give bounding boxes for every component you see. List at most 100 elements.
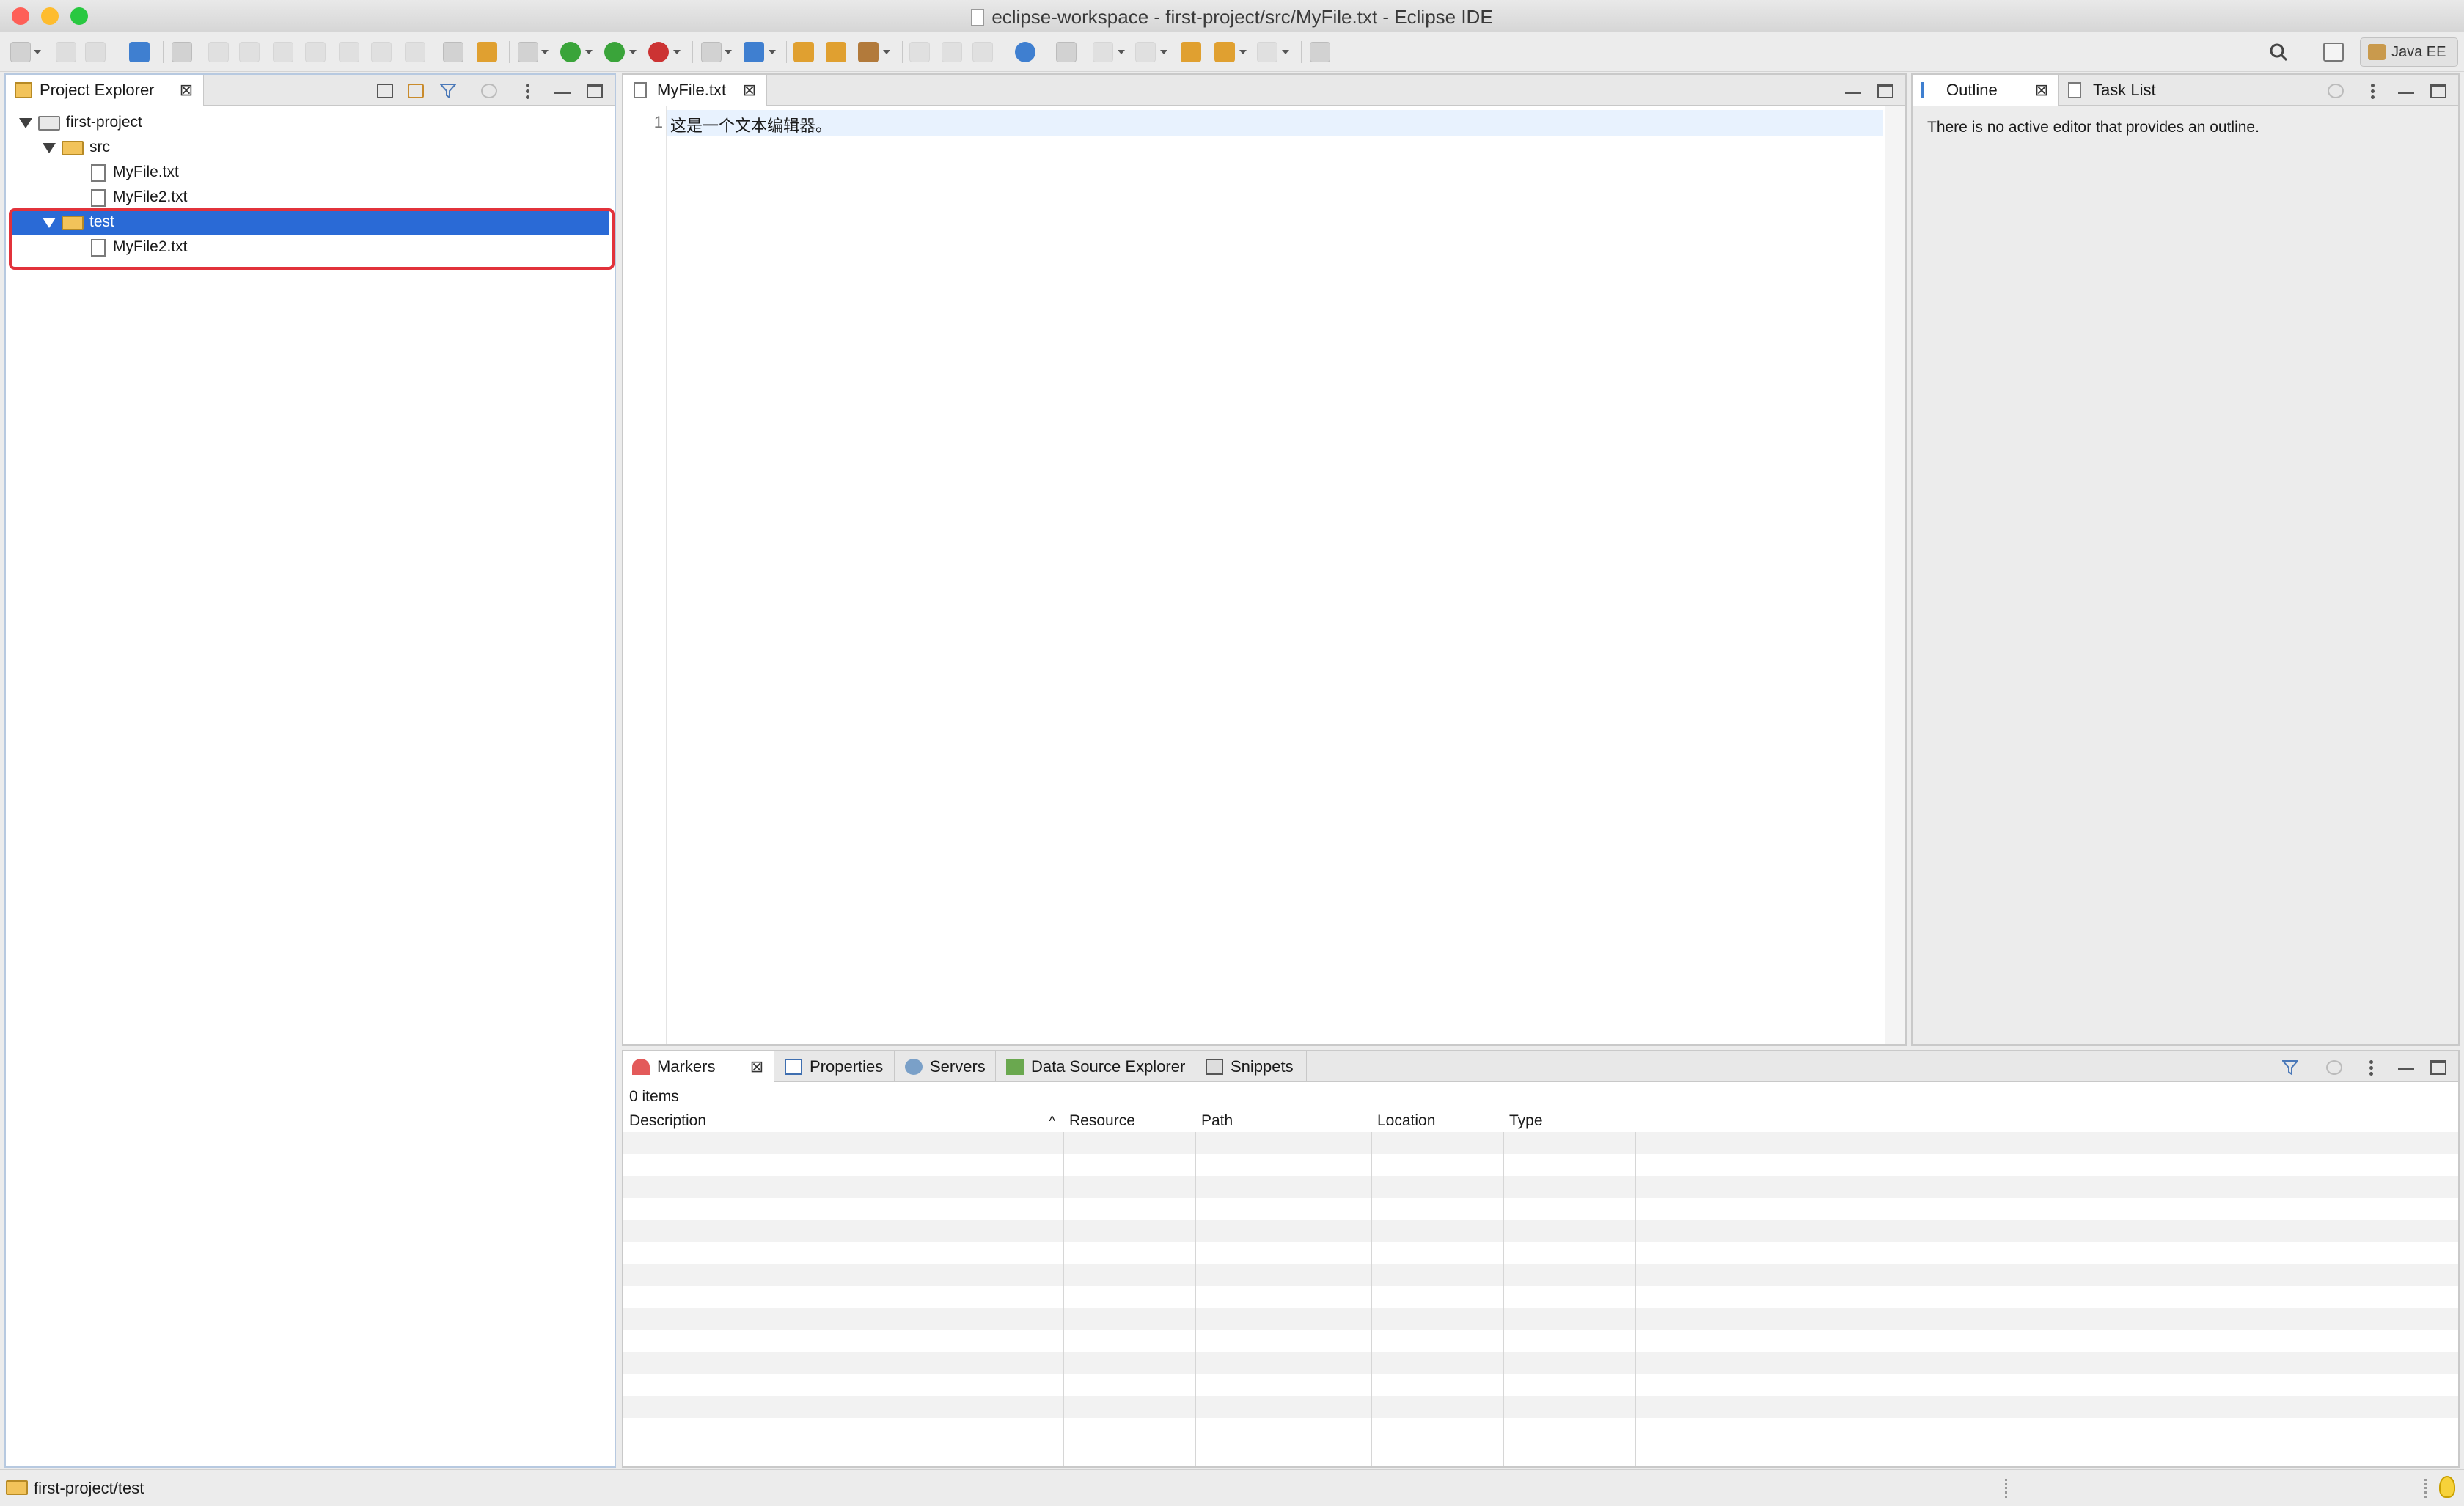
focus-on-task-icon[interactable]	[2326, 1060, 2342, 1075]
maximize-icon[interactable]	[587, 84, 603, 98]
suspend-icon[interactable]	[239, 42, 260, 62]
new-server-icon[interactable]	[701, 42, 722, 62]
search-tool-dropdown-icon[interactable]	[883, 50, 890, 54]
tree-item-file[interactable]: MyFile.txt	[12, 160, 609, 185]
focus-on-task-icon[interactable]	[481, 84, 497, 98]
close-icon[interactable]: ⊠	[2034, 82, 2050, 99]
coverage-dropdown-icon[interactable]	[629, 50, 637, 54]
toggle-block-selection-icon[interactable]	[942, 42, 962, 62]
coverage-icon[interactable]	[604, 42, 625, 62]
step-into-icon[interactable]	[339, 42, 359, 62]
close-icon[interactable]: ⊠	[178, 82, 194, 99]
minimize-icon[interactable]	[554, 84, 571, 94]
toggle-mark-occurrences-icon[interactable]	[909, 42, 930, 62]
forward-dropdown-icon[interactable]	[1282, 50, 1289, 54]
open-web-browser-icon[interactable]	[744, 42, 764, 62]
tasks-icon[interactable]	[443, 42, 463, 62]
new-server-dropdown-icon[interactable]	[725, 50, 732, 54]
new-icon[interactable]	[10, 42, 31, 62]
back-dropdown-icon[interactable]	[1239, 50, 1247, 54]
debug-icon[interactable]	[518, 42, 538, 62]
view-menu-icon[interactable]	[2370, 84, 2375, 98]
filter-icon[interactable]	[2281, 1060, 2300, 1076]
external-tools-dropdown-icon[interactable]	[673, 50, 681, 54]
tab-properties[interactable]: Properties	[776, 1051, 895, 1082]
next-annotation-dropdown-icon[interactable]	[1118, 50, 1125, 54]
maximize-icon[interactable]	[1877, 84, 1893, 98]
minimize-icon[interactable]	[2398, 1060, 2414, 1070]
markers-icon	[632, 1059, 650, 1075]
java-ee-perspective-button[interactable]: Java EE	[2360, 37, 2458, 67]
focus-on-task-icon[interactable]	[2328, 84, 2344, 98]
maximize-icon[interactable]	[2430, 1060, 2446, 1075]
search-tool-icon[interactable]	[858, 42, 879, 62]
view-menu-icon[interactable]	[525, 84, 529, 98]
last-edit-location-icon[interactable]	[1181, 42, 1201, 62]
tab-outline[interactable]: Outline ⊠	[1913, 75, 2059, 106]
run-icon[interactable]	[560, 42, 581, 62]
forward-icon[interactable]	[1257, 42, 1277, 62]
editor-line-text[interactable]: 这是一个文本编辑器。	[670, 113, 832, 136]
column-header-description[interactable]: Description ^	[623, 1110, 1063, 1132]
expanded-twisty-icon[interactable]	[43, 143, 56, 153]
open-type-icon[interactable]	[793, 42, 814, 62]
open-perspective-icon[interactable]	[2323, 43, 2344, 62]
web-browser-dropdown-icon[interactable]	[769, 50, 776, 54]
globe-icon[interactable]	[1015, 42, 1035, 62]
markers-table: Description ^ Resource Path Location Typ…	[623, 1110, 2458, 1466]
new-dropdown-icon[interactable]	[34, 50, 41, 54]
maximize-icon[interactable]	[2430, 84, 2446, 98]
editor-overview-ruler[interactable]	[1885, 106, 1905, 1044]
tab-task-list[interactable]: Task List	[2059, 75, 2166, 106]
collapse-all-icon[interactable]	[377, 84, 393, 98]
expanded-twisty-icon[interactable]	[19, 118, 32, 128]
minimize-icon[interactable]	[2398, 84, 2414, 94]
tree-item-file[interactable]: MyFile2.txt	[12, 185, 609, 210]
build-icon[interactable]	[477, 42, 497, 62]
disconnect-icon[interactable]	[305, 42, 326, 62]
tab-servers[interactable]: Servers	[896, 1051, 996, 1082]
previous-annotation-icon[interactable]	[1135, 42, 1156, 62]
tab-data-source-explorer[interactable]: Data Source Explorer	[997, 1051, 1195, 1082]
pin-editor-icon[interactable]	[1056, 42, 1077, 62]
next-annotation-icon[interactable]	[1093, 42, 1113, 62]
debug-dropdown-icon[interactable]	[541, 50, 549, 54]
previous-annotation-dropdown-icon[interactable]	[1160, 50, 1167, 54]
back-icon[interactable]	[1214, 42, 1235, 62]
terminate-icon[interactable]	[273, 42, 293, 62]
terminal-icon[interactable]	[129, 42, 150, 62]
save-icon[interactable]	[56, 42, 76, 62]
external-tools-icon[interactable]	[648, 42, 669, 62]
save-all-icon[interactable]	[85, 42, 106, 62]
column-header-path[interactable]: Path	[1195, 1110, 1371, 1132]
tab-markers[interactable]: Markers ⊠	[623, 1051, 774, 1082]
step-return-icon[interactable]	[405, 42, 425, 62]
tab-myfile[interactable]: MyFile.txt ⊠	[623, 75, 767, 106]
tab-snippets[interactable]: Snippets	[1197, 1051, 1307, 1082]
text-editor-area[interactable]: 1 这是一个文本编辑器。	[623, 106, 1905, 1044]
column-header-resource[interactable]: Resource	[1063, 1110, 1195, 1132]
column-header-type[interactable]: Type	[1503, 1110, 1635, 1132]
tab-project-explorer[interactable]: Project Explorer ⊠	[6, 75, 204, 106]
open-task-icon[interactable]	[826, 42, 846, 62]
folder-icon	[6, 1480, 28, 1495]
tree-item-label: first-project	[66, 114, 142, 131]
close-icon[interactable]: ⊠	[741, 82, 758, 99]
tree-item-src[interactable]: src	[12, 135, 609, 160]
link-with-editor-icon[interactable]	[408, 84, 424, 98]
tree-item-project[interactable]: first-project	[12, 110, 609, 135]
column-header-location[interactable]: Location	[1371, 1110, 1503, 1132]
run-dropdown-icon[interactable]	[585, 50, 593, 54]
open-console-icon[interactable]	[1310, 42, 1330, 62]
skip-breakpoints-icon[interactable]	[172, 42, 192, 62]
close-icon[interactable]: ⊠	[749, 1059, 765, 1076]
step-over-icon[interactable]	[371, 42, 392, 62]
show-whitespace-icon[interactable]	[972, 42, 993, 62]
title-bar: eclipse-workspace - first-project/src/My…	[0, 0, 2464, 32]
lightbulb-icon[interactable]	[2439, 1476, 2455, 1498]
resume-icon[interactable]	[208, 42, 229, 62]
search-icon[interactable]	[2269, 43, 2288, 62]
filter-icon[interactable]	[439, 84, 458, 99]
minimize-icon[interactable]	[1845, 84, 1861, 94]
view-menu-icon[interactable]	[2369, 1060, 2373, 1075]
